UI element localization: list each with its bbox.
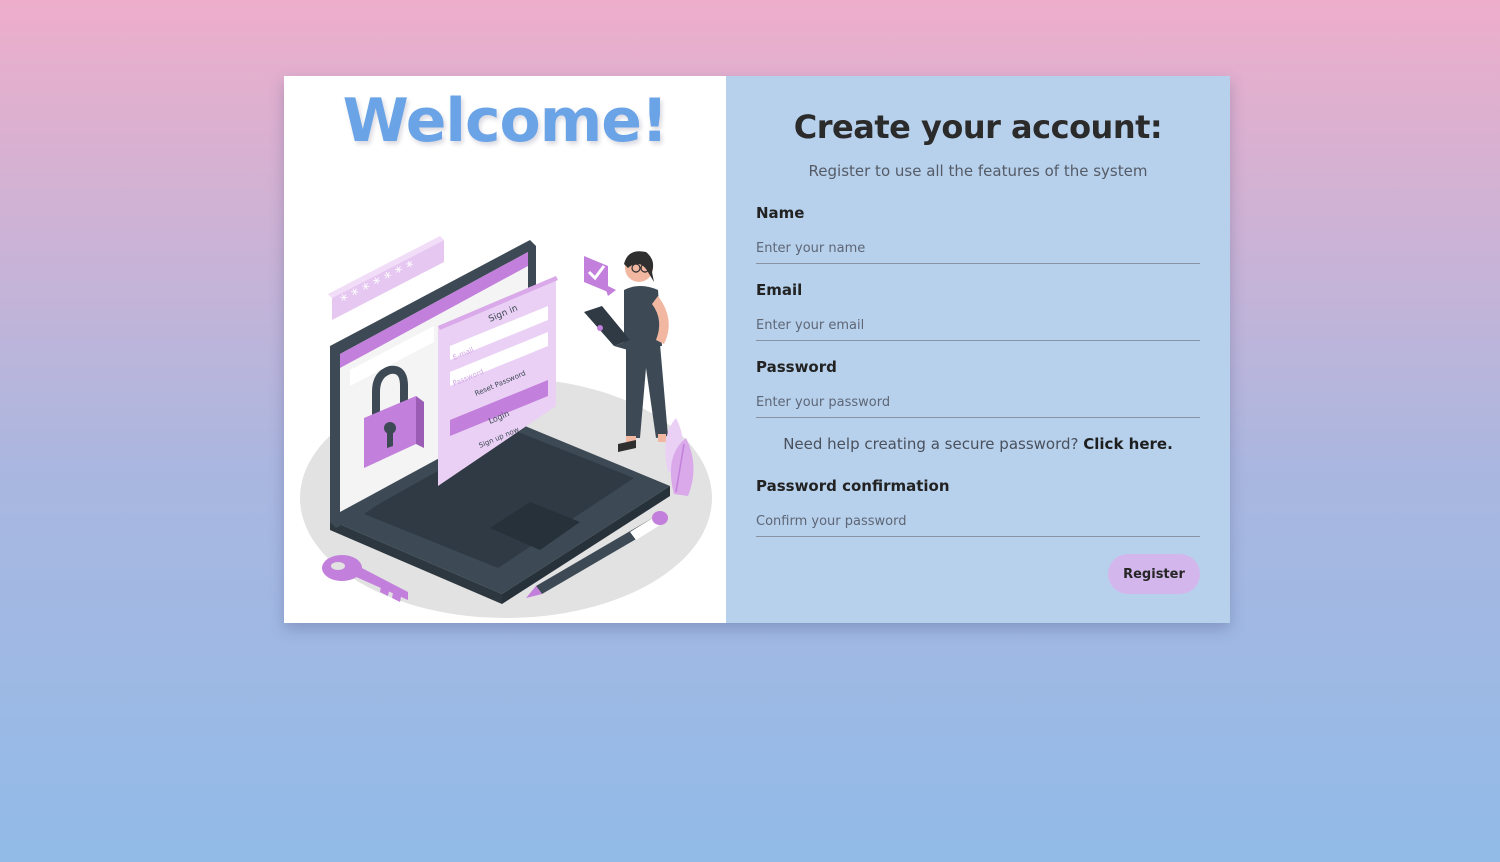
register-button[interactable]: Register — [1108, 554, 1200, 594]
name-input[interactable] — [756, 234, 1200, 264]
name-label: Name — [756, 204, 805, 222]
welcome-heading: Welcome! — [342, 86, 669, 156]
form-subtitle: Register to use all the features of the … — [808, 162, 1148, 180]
illustration-panel: Welcome! * * * * * * * Sign in E-mail Pa… — [284, 76, 726, 623]
checkmark-badge-icon — [584, 256, 616, 296]
password-help-text: Need help creating a secure password? — [783, 435, 1079, 453]
name-field-group: Name — [756, 204, 1200, 264]
form-panel: Create your account: Register to use all… — [726, 76, 1230, 623]
form-title: Create your account: — [793, 108, 1163, 146]
password-help: Need help creating a secure password? Cl… — [756, 435, 1200, 453]
email-field-group: Email — [756, 281, 1200, 341]
password-input[interactable] — [756, 388, 1200, 418]
login-illustration: * * * * * * * Sign in E-mail Password Re… — [300, 236, 712, 618]
email-label: Email — [756, 281, 803, 299]
register-card: Welcome! * * * * * * * Sign in E-mail Pa… — [284, 76, 1230, 623]
confirm-label: Password confirmation — [756, 477, 950, 495]
password-label: Password — [756, 358, 837, 376]
password-help-link[interactable]: Click here. — [1083, 435, 1173, 453]
password-field-group: Password — [756, 358, 1200, 418]
confirm-password-input[interactable] — [756, 507, 1200, 537]
email-input[interactable] — [756, 311, 1200, 341]
confirm-field-group: Password confirmation — [756, 477, 1200, 537]
